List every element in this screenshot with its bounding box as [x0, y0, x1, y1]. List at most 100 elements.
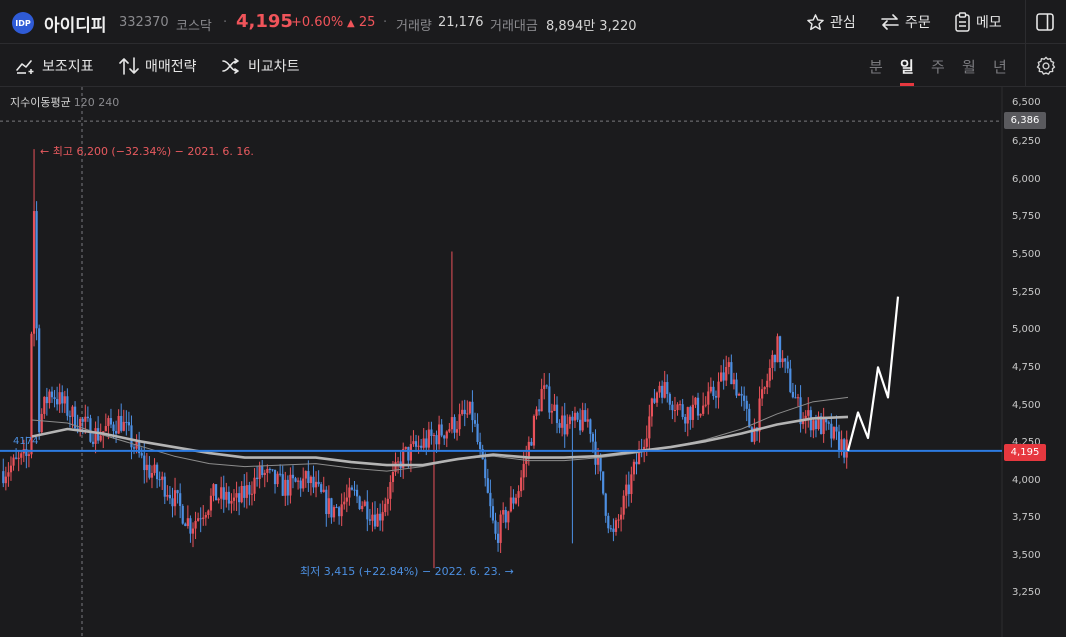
candle-body — [576, 412, 579, 420]
candle-body — [81, 418, 84, 422]
moving-average-legend: 지수이동평균 120 240 — [10, 94, 119, 110]
projection-line — [846, 296, 900, 452]
memo-button[interactable]: 메모 — [954, 11, 1002, 33]
candle-body — [420, 445, 423, 448]
candle-body — [748, 408, 751, 428]
candle-body — [20, 453, 23, 458]
candle-body — [207, 510, 210, 515]
candle-body — [217, 498, 220, 501]
candle-body — [617, 519, 620, 521]
panel-toggle-button[interactable] — [1035, 12, 1055, 32]
candle-body — [678, 404, 682, 406]
candle-body — [579, 419, 582, 431]
compare-button[interactable]: 비교차트 — [222, 56, 300, 76]
candle-body — [71, 406, 74, 417]
chart-settings-button[interactable] — [1035, 55, 1057, 77]
y-tick-label: 6,000 — [1012, 174, 1041, 185]
candle-body — [240, 485, 243, 503]
candle-body — [740, 393, 743, 396]
y-tick-label: 5,750 — [1012, 211, 1041, 222]
candle-body — [766, 380, 769, 388]
star-icon — [807, 13, 824, 30]
candle-body — [56, 399, 59, 405]
candle-body — [332, 507, 336, 518]
candle-body — [632, 461, 636, 475]
candle-body — [784, 358, 787, 362]
candle-body — [325, 489, 328, 515]
price-chart[interactable] — [0, 87, 1066, 637]
candle-body — [412, 441, 415, 445]
swap-arrows-icon — [881, 14, 899, 30]
candle-body — [343, 501, 346, 505]
candle-body — [676, 404, 679, 411]
candle-body — [327, 498, 330, 515]
period-day-tab[interactable]: 일 — [900, 56, 914, 77]
candle-body — [686, 407, 689, 424]
candle-body — [630, 474, 633, 495]
candle-body — [545, 385, 548, 387]
candle-body — [163, 476, 166, 497]
y-tick-label: 5,250 — [1012, 287, 1041, 298]
y-tick-label: 6,500 — [1012, 97, 1041, 108]
period-month-tab[interactable]: 월 — [962, 56, 976, 77]
candle-body — [730, 362, 733, 385]
candle-body — [358, 496, 361, 510]
candle-body — [691, 404, 694, 420]
amount-value: 8,894만 3,220 — [546, 19, 637, 34]
candle-body — [663, 382, 666, 398]
candle-body — [473, 420, 477, 424]
candle-body — [463, 409, 466, 415]
candle-body — [548, 386, 551, 413]
candle-body — [435, 435, 438, 445]
candle-body — [768, 368, 771, 381]
active-period-indicator — [900, 83, 914, 86]
candle-body — [97, 428, 100, 441]
candle-body — [209, 495, 213, 511]
strategy-button[interactable]: 매매전략 — [119, 56, 197, 76]
candle-body — [61, 392, 64, 404]
candle-body — [273, 469, 277, 485]
candle-body — [35, 211, 38, 329]
indicator-button[interactable]: 보조지표 — [16, 56, 94, 76]
candle-body — [381, 512, 384, 521]
candle-body — [355, 489, 359, 497]
candle-body — [568, 416, 571, 425]
candle-body — [450, 417, 454, 430]
candle-body — [407, 446, 410, 461]
candle-body — [368, 519, 371, 521]
candle-body — [84, 416, 87, 422]
period-minute-tab[interactable]: 분 — [869, 56, 883, 77]
period-week-tab[interactable]: 주 — [931, 56, 945, 77]
candle-body — [745, 400, 748, 409]
watchlist-button[interactable]: 관심 — [806, 11, 856, 33]
candle-body — [243, 485, 246, 498]
period-year-tab[interactable]: 년 — [993, 56, 1007, 77]
candle-body — [717, 381, 720, 398]
clipboard-icon — [955, 12, 970, 32]
candle-body — [225, 491, 228, 500]
candle-body — [553, 404, 556, 411]
candle-body — [32, 211, 36, 334]
order-button[interactable]: 주문 — [880, 11, 931, 33]
candle-body — [491, 506, 495, 521]
candle-body — [143, 455, 146, 471]
candle-body — [202, 517, 205, 519]
candle-body — [807, 410, 810, 416]
candle-body — [66, 396, 69, 416]
y-tick-label: 4,000 — [1012, 475, 1041, 486]
candle-body — [430, 429, 433, 437]
candle-body — [573, 412, 577, 421]
candle-body — [179, 493, 182, 506]
candle-body — [299, 480, 302, 489]
candlestick-chart[interactable] — [0, 87, 1066, 637]
candle-body — [602, 471, 605, 494]
candle-body — [43, 396, 46, 414]
candle-body — [297, 480, 300, 482]
y-tick-label: 6,250 — [1012, 136, 1041, 147]
candle-body — [673, 410, 677, 412]
candle-body — [294, 478, 297, 482]
candle-body — [271, 469, 274, 471]
candle-body — [156, 464, 159, 480]
candle-body — [814, 420, 818, 430]
candle-body — [530, 441, 533, 446]
